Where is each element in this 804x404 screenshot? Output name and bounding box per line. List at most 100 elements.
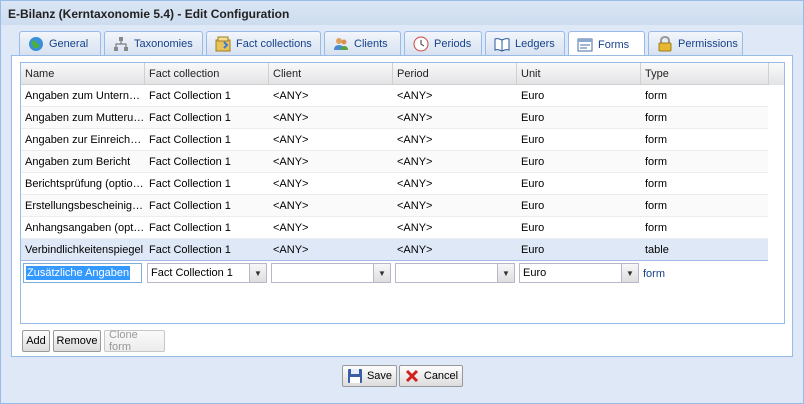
period-cell: <ANY> — [397, 178, 433, 190]
name-cell: Angaben zum Unternehmen — [25, 90, 145, 102]
users-icon — [333, 36, 349, 52]
tab-clients[interactable]: Clients — [324, 31, 401, 55]
fact-collection-cell: Fact Collection 1 — [149, 244, 231, 256]
type-cell: form — [645, 222, 667, 234]
save-label: Save — [366, 370, 393, 382]
name-cell: Erstellungsbescheinigung — [25, 200, 145, 212]
collection-icon — [215, 36, 231, 52]
chevron-down-icon[interactable]: ▼ — [373, 264, 390, 282]
tab-label: General — [49, 37, 89, 50]
table-row[interactable]: Anhangsangaben (optional) Fact Collection… — [21, 217, 768, 239]
unit-cell: Euro — [521, 244, 545, 256]
fact-collection-cell: Fact Collection 1 — [149, 200, 231, 212]
edit-row: Zusätzliche Angaben Fact Collection 1 ▼ … — [21, 261, 768, 287]
table-row[interactable]: Verbindlichkeitenspiegel Fact Collection … — [21, 239, 768, 261]
tab-label: Permissions — [678, 37, 738, 50]
type-value: form — [643, 268, 665, 280]
fact-collection-combo[interactable]: Fact Collection 1 ▼ — [147, 263, 267, 283]
clone-form-button[interactable]: Clone form — [104, 329, 165, 353]
add-button[interactable]: Add — [22, 330, 50, 352]
column-header-fact-collection[interactable]: Fact collection — [145, 63, 269, 85]
fact-collection-cell: Fact Collection 1 — [149, 222, 231, 234]
fact-collection-cell: Fact Collection 1 — [149, 90, 231, 102]
table-row[interactable]: Berichtsprüfung (optional) Fact Collectio… — [21, 173, 768, 195]
tab-forms[interactable]: Forms — [568, 31, 645, 57]
table-row[interactable]: Angaben zum Bericht Fact Collection 1 <ANY… — [21, 151, 768, 173]
period-cell: <ANY> — [397, 134, 433, 146]
fact-collection-cell: Fact Collection 1 — [149, 156, 231, 168]
fact-collection-cell: Fact Collection 1 — [149, 134, 231, 146]
name-cell: Verbindlichkeitenspiegel — [25, 244, 144, 256]
table-row[interactable]: Angaben zum Mutterunternehmen Fact Collec… — [21, 107, 768, 129]
table-row[interactable]: Angaben zur Einreichung Fact Collection 1… — [21, 129, 768, 151]
tab-bar: General Taxonomies Fact collections Clie… — [11, 31, 793, 57]
type-cell: form — [645, 90, 667, 102]
unit-cell: Euro — [521, 134, 545, 146]
scrollbar-header — [768, 63, 784, 85]
type-cell: form — [645, 134, 667, 146]
unit-cell: Euro — [521, 200, 545, 212]
tree-icon — [113, 36, 129, 52]
tab-periods[interactable]: Periods — [404, 31, 482, 55]
type-cell: form — [645, 178, 667, 190]
name-cell: Anhangsangaben (optional) — [25, 222, 145, 234]
save-button[interactable]: Save — [342, 365, 397, 387]
globe-icon — [28, 36, 44, 52]
column-header-unit[interactable]: Unit — [517, 63, 641, 85]
remove-button[interactable]: Remove — [53, 330, 101, 352]
forms-grid: Name Fact collection Client Period Unit … — [20, 62, 785, 324]
chevron-down-icon[interactable]: ▼ — [621, 264, 638, 282]
fact-collection-value: Fact Collection 1 — [151, 267, 233, 279]
period-cell: <ANY> — [397, 90, 433, 102]
cancel-button[interactable]: Cancel — [399, 365, 463, 387]
edit-configuration-window: E-Bilanz (Kerntaxonomie 5.4) - Edit Conf… — [0, 0, 804, 404]
column-header-period[interactable]: Period — [393, 63, 517, 85]
cancel-icon — [404, 368, 420, 384]
fact-collection-cell: Fact Collection 1 — [149, 112, 231, 124]
floppy-icon — [347, 368, 363, 384]
period-combo[interactable]: ▼ — [395, 263, 515, 283]
period-cell: <ANY> — [397, 222, 433, 234]
table-row[interactable]: Erstellungsbescheinigung Fact Collection … — [21, 195, 768, 217]
unit-cell: Euro — [521, 90, 545, 102]
client-cell: <ANY> — [273, 200, 309, 212]
unit-cell: Euro — [521, 156, 545, 168]
form-icon — [577, 37, 593, 53]
name-cell: Angaben zur Einreichung — [25, 134, 145, 146]
tab-fact-collections[interactable]: Fact collections — [206, 31, 321, 55]
tab-taxonomies[interactable]: Taxonomies — [104, 31, 203, 55]
name-editor[interactable]: Zusätzliche Angaben — [23, 263, 142, 283]
period-cell: <ANY> — [397, 112, 433, 124]
client-combo[interactable]: ▼ — [271, 263, 391, 283]
client-cell: <ANY> — [273, 178, 309, 190]
column-header-client[interactable]: Client — [269, 63, 393, 85]
forms-panel: Name Fact collection Client Period Unit … — [11, 55, 793, 357]
tab-label: Clients — [354, 37, 388, 50]
tab-label: Periods — [434, 37, 472, 50]
tab-ledgers[interactable]: Ledgers — [485, 31, 565, 55]
column-header-type[interactable]: Type — [641, 63, 769, 85]
book-icon — [494, 36, 510, 52]
unit-combo[interactable]: Euro ▼ — [519, 263, 639, 283]
chevron-down-icon[interactable]: ▼ — [497, 264, 514, 282]
tab-label: Fact collections — [236, 37, 312, 50]
tab-general[interactable]: General — [19, 31, 101, 55]
window-title: E-Bilanz (Kerntaxonomie 5.4) - Edit Conf… — [1, 1, 803, 25]
tab-label: Taxonomies — [134, 37, 193, 50]
type-cell: form — [645, 112, 667, 124]
chevron-down-icon[interactable]: ▼ — [249, 264, 266, 282]
name-cell: Berichtsprüfung (optional) — [25, 178, 145, 190]
client-cell: <ANY> — [273, 244, 309, 256]
client-cell: <ANY> — [273, 90, 309, 102]
cancel-label: Cancel — [423, 370, 459, 382]
tab-label: Forms — [598, 38, 630, 51]
type-cell: table — [645, 244, 669, 256]
period-cell: <ANY> — [397, 244, 433, 256]
unit-value: Euro — [523, 267, 547, 279]
table-row[interactable]: Angaben zum Unternehmen Fact Collection 1… — [21, 85, 768, 107]
name-cell: Angaben zum Bericht — [25, 156, 131, 168]
column-header-name[interactable]: Name — [21, 63, 145, 85]
grid-header: Name Fact collection Client Period Unit … — [21, 63, 784, 85]
tab-permissions[interactable]: Permissions — [648, 31, 743, 55]
unit-cell: Euro — [521, 178, 545, 190]
